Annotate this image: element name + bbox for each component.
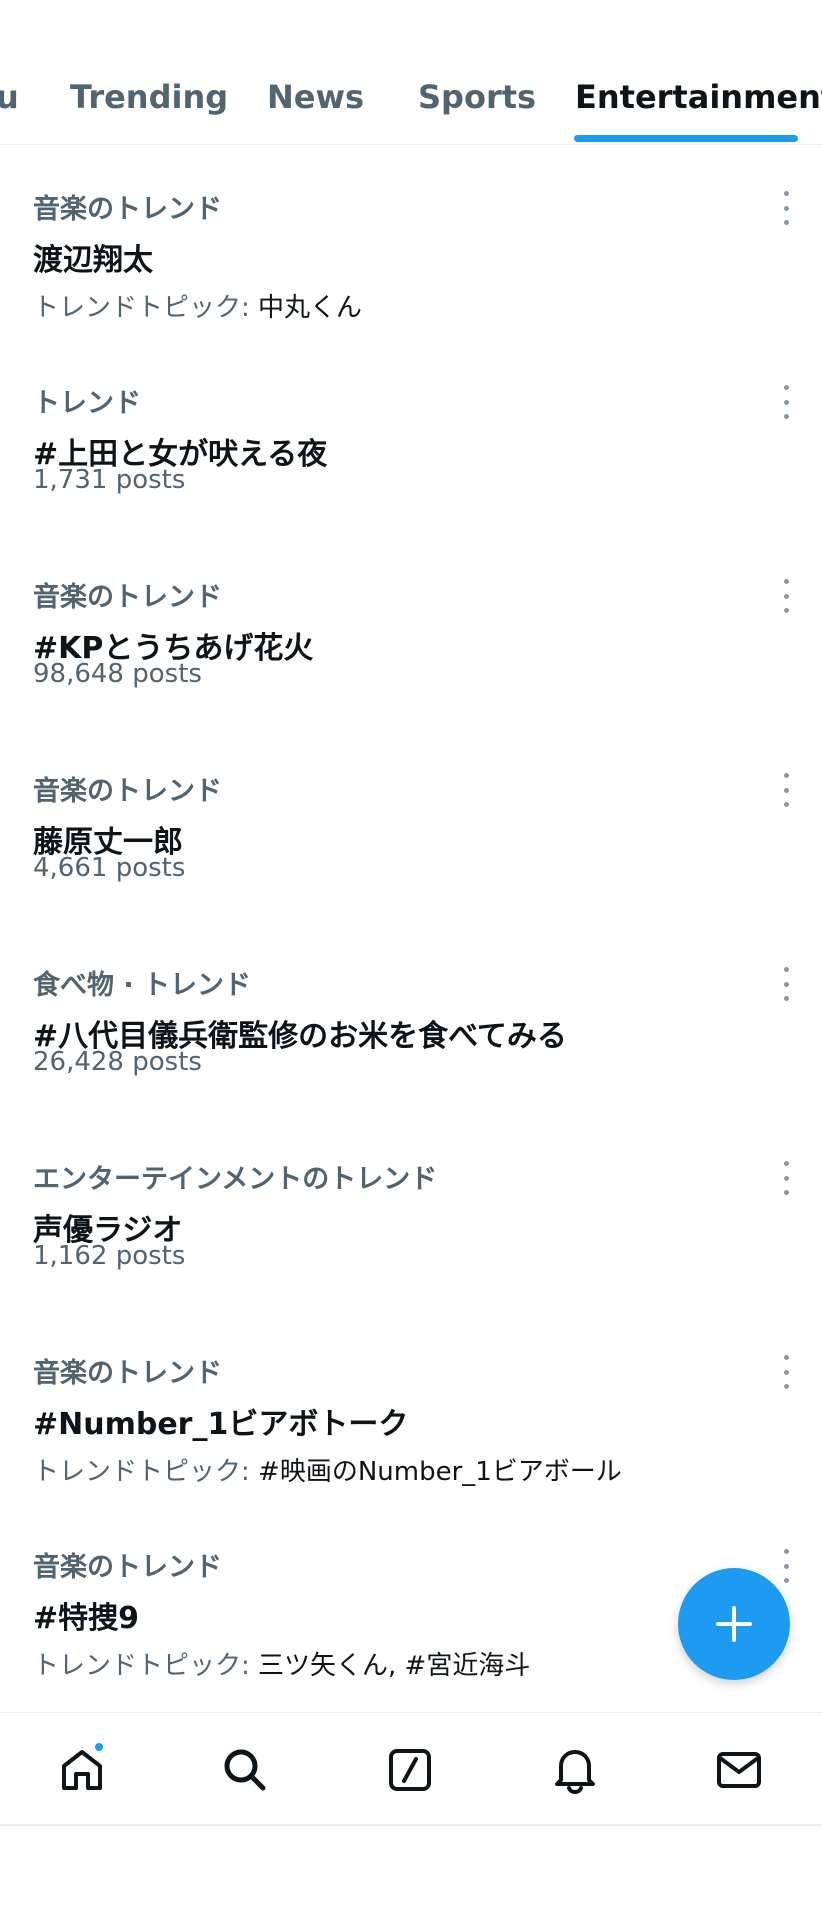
more-options-icon[interactable] <box>776 1161 796 1195</box>
trend-topic-prefix: トレンドトピック: <box>33 1457 259 1487</box>
trend-item[interactable]: 食べ物 · トレンド #八代目儀兵衛監修のお米を食べてみる 26,428 pos… <box>0 943 822 1137</box>
trend-category: トレンド <box>33 388 141 419</box>
trend-title: #特捜9 <box>33 1601 140 1636</box>
trend-post-count: 4,661 posts <box>33 853 186 883</box>
tab-sports[interactable]: Sports <box>418 78 536 116</box>
trend-topic-prefix: トレンドトピック: <box>33 1651 259 1681</box>
trend-post-count: 1,162 posts <box>33 1241 186 1271</box>
bell-icon <box>555 1750 595 1794</box>
trend-topic-value[interactable]: 三ツ矢くん, #宮近海斗 <box>258 1651 530 1681</box>
plus-icon <box>716 1606 752 1642</box>
trend-post-count: 1,731 posts <box>33 465 186 495</box>
trend-category: 音楽のトレンド <box>33 1552 222 1583</box>
nav-messages[interactable] <box>704 1735 774 1805</box>
trend-category: 音楽のトレンド <box>33 776 222 807</box>
home-icon <box>62 1750 102 1790</box>
more-options-icon[interactable] <box>776 385 796 419</box>
trend-item[interactable]: 音楽のトレンド 藤原丈一郎 4,661 posts <box>0 749 822 943</box>
trend-category: 音楽のトレンド <box>33 194 222 225</box>
search-icon <box>224 1749 266 1791</box>
tab-news[interactable]: News <box>267 78 364 116</box>
trend-item[interactable]: エンターテインメントのトレンド 声優ラジオ 1,162 posts <box>0 1137 822 1331</box>
trend-post-count: 98,648 posts <box>33 659 202 689</box>
trend-title: 渡辺翔太 <box>33 243 153 278</box>
trend-topic-value[interactable]: #映画のNumber_1ビアボール <box>258 1457 622 1487</box>
tab-trending[interactable]: Trending <box>70 78 228 116</box>
trend-item[interactable]: 音楽のトレンド #Number_1ビアボトーク トレンドトピック: #映画のNu… <box>0 1331 822 1525</box>
explore-tabs: u Trending News Sports Entertainment <box>0 0 822 145</box>
more-options-icon[interactable] <box>776 773 796 807</box>
trend-topic-value[interactable]: 中丸くん <box>258 293 362 323</box>
trend-post-count: 26,428 posts <box>33 1047 202 1077</box>
trend-topic: トレンドトピック: #映画のNumber_1ビアボール <box>33 1451 622 1488</box>
mail-icon <box>717 1752 761 1788</box>
grok-icon <box>389 1749 431 1791</box>
trend-title: #Number_1ビアボトーク <box>33 1407 409 1442</box>
trend-topic: トレンドトピック: 中丸くん <box>33 287 362 324</box>
compose-post-button[interactable] <box>678 1568 790 1680</box>
bottom-nav <box>0 1712 822 1826</box>
nav-grok[interactable] <box>375 1735 445 1805</box>
nav-home[interactable] <box>47 1735 117 1805</box>
trend-topic: トレンドトピック: 三ツ矢くん, #宮近海斗 <box>33 1645 530 1682</box>
more-options-icon[interactable] <box>776 1549 796 1583</box>
more-options-icon[interactable] <box>776 191 796 225</box>
trend-item[interactable]: トレンド #上田と女が吠える夜 1,731 posts <box>0 361 822 555</box>
active-tab-indicator <box>574 135 798 142</box>
home-notification-dot <box>93 1741 105 1753</box>
trend-category: エンターテインメントのトレンド <box>33 1164 438 1195</box>
trend-topic-prefix: トレンドトピック: <box>33 293 259 323</box>
more-options-icon[interactable] <box>776 1355 796 1389</box>
tab-entertainment[interactable]: Entertainment <box>575 78 822 116</box>
tab-for-you[interactable]: u <box>0 78 19 116</box>
nav-notifications[interactable] <box>540 1735 610 1805</box>
trend-category: 音楽のトレンド <box>33 1358 222 1389</box>
trend-item[interactable]: 音楽のトレンド #KPとうちあげ花火 98,648 posts <box>0 555 822 749</box>
trend-item[interactable]: 音楽のトレンド 渡辺翔太 トレンドトピック: 中丸くん <box>0 167 822 361</box>
more-options-icon[interactable] <box>776 579 796 613</box>
trend-category: 音楽のトレンド <box>33 582 222 613</box>
trend-category: 食べ物 · トレンド <box>33 970 252 1001</box>
more-options-icon[interactable] <box>776 967 796 1001</box>
nav-explore[interactable] <box>210 1735 280 1805</box>
